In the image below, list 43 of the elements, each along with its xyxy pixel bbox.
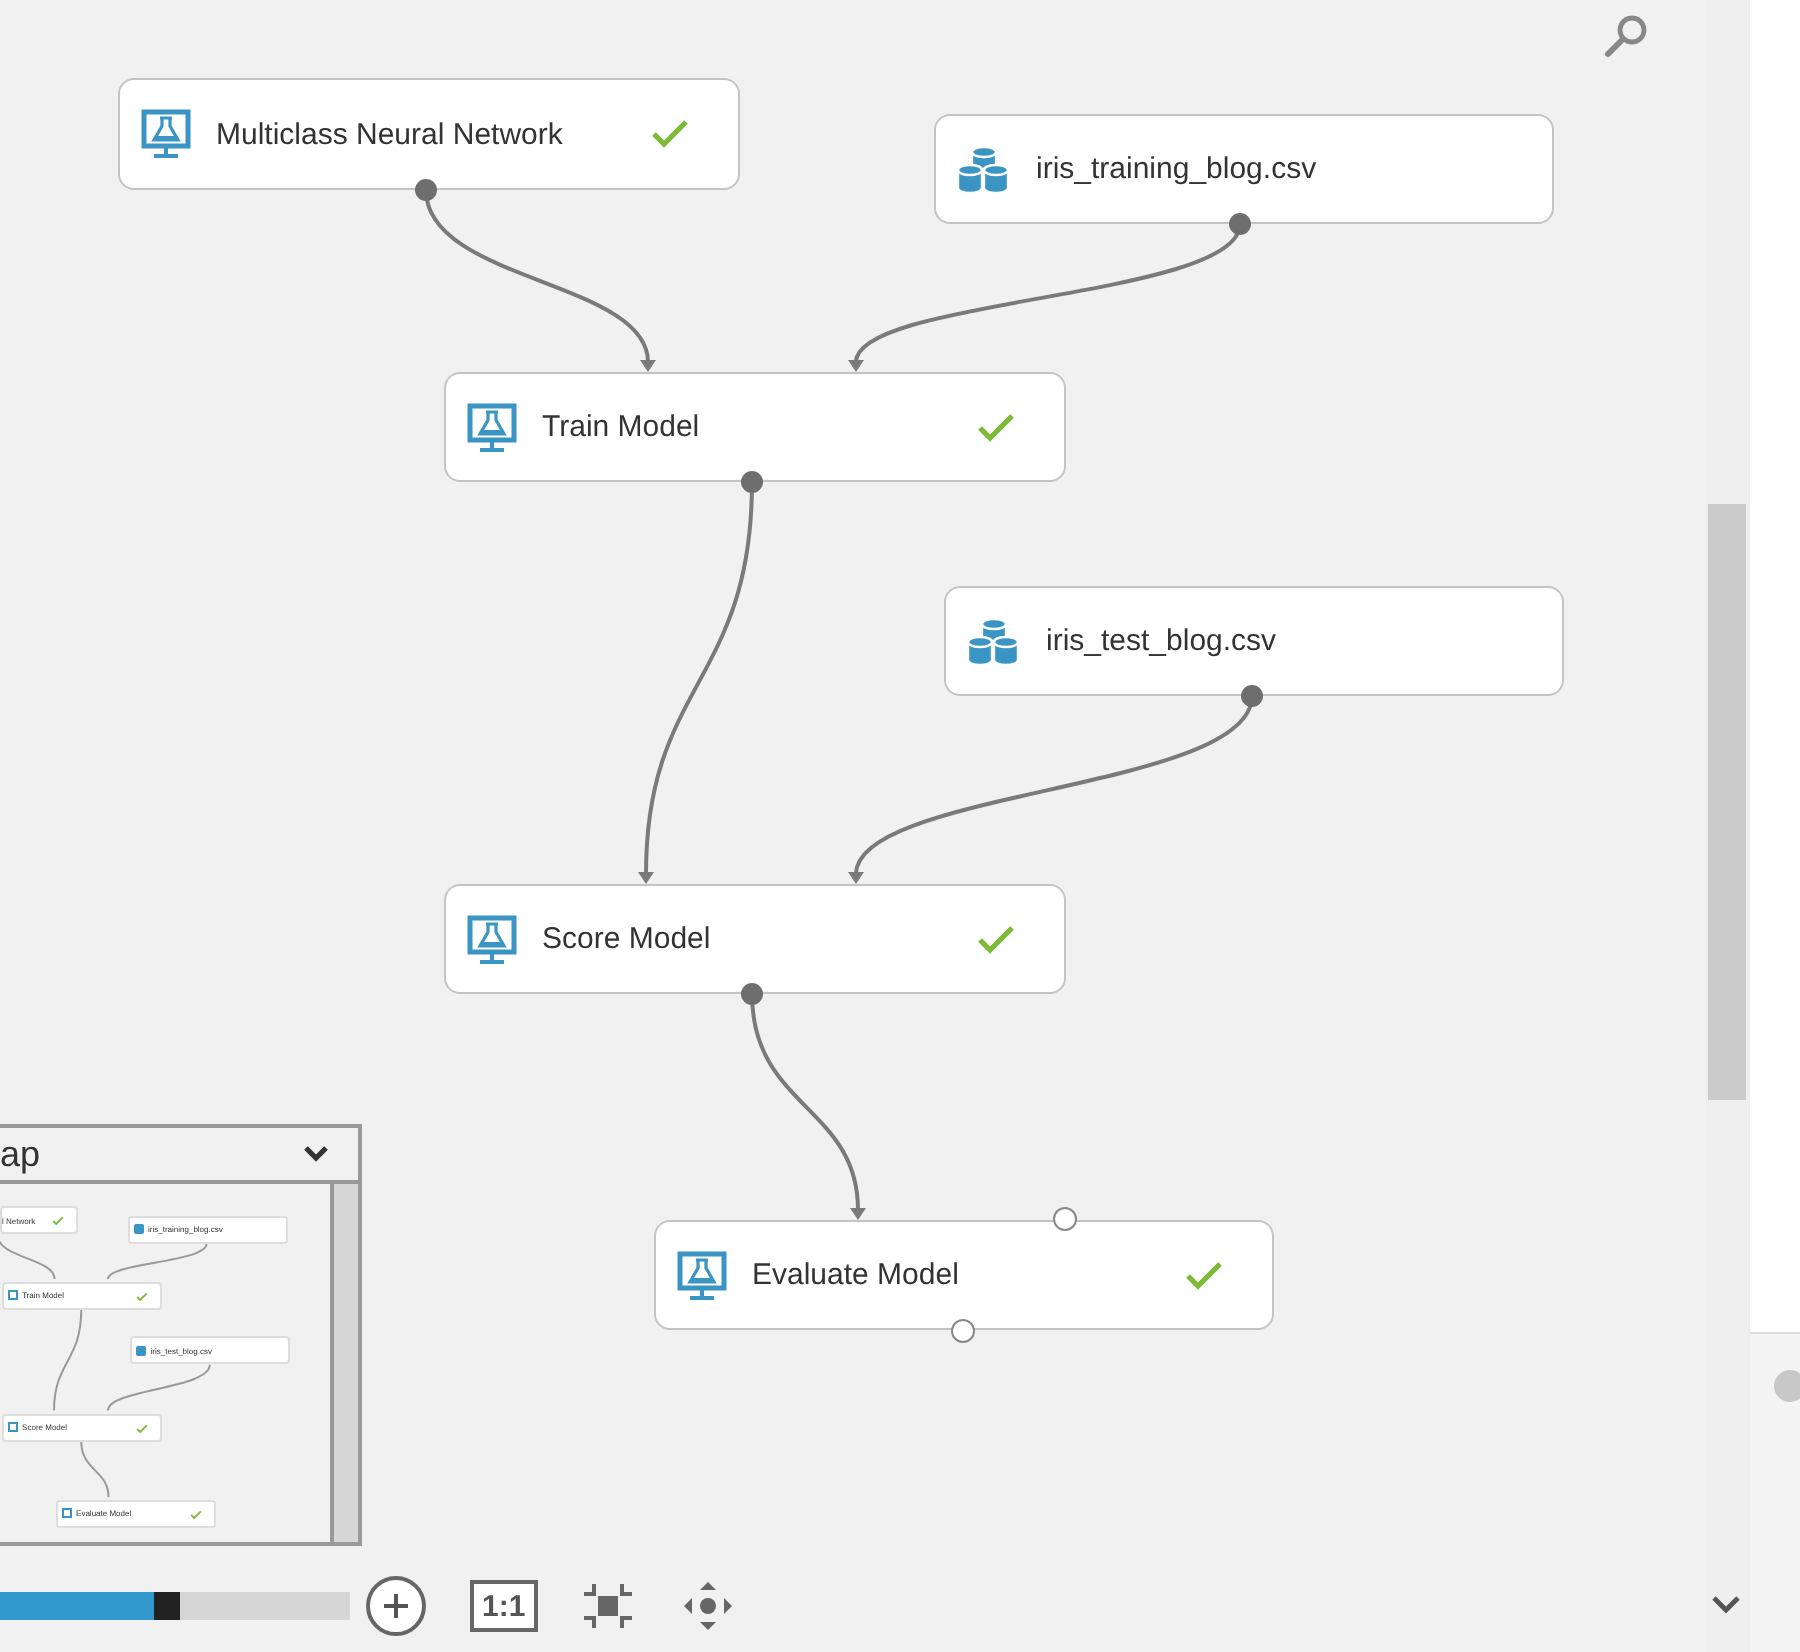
zoom-slider[interactable]	[0, 1592, 350, 1620]
dataset-icon	[136, 1345, 147, 1356]
dataset-node[interactable]: iris_training_blog.csv	[934, 114, 1554, 224]
connector-line	[53, 1308, 83, 1412]
chevron-down-icon[interactable]	[1710, 1594, 1742, 1614]
node-label: iris_training_blog.csv	[1036, 152, 1319, 186]
input-port[interactable]	[1052, 1206, 1078, 1232]
minimap-title: ap	[0, 1133, 41, 1175]
search-icon[interactable]	[1602, 12, 1650, 60]
monitor-flask-icon	[140, 108, 192, 160]
scrollbar[interactable]	[330, 1184, 358, 1542]
slider-thumb[interactable]	[153, 1592, 180, 1620]
connector-line	[107, 1363, 211, 1412]
output-port[interactable]	[740, 470, 764, 494]
zoom-in-button[interactable]	[366, 1576, 426, 1636]
node-label: iris_test_blog.csv	[1046, 624, 1279, 658]
module-node[interactable]: Evaluate Model	[654, 1220, 1274, 1330]
connector-line	[107, 1242, 208, 1281]
module-node[interactable]: Score Model	[444, 884, 1066, 994]
module-node[interactable]: Multiclass Neural Network	[118, 78, 740, 190]
node-label: Train Model	[542, 410, 702, 444]
output-port[interactable]	[740, 982, 764, 1006]
monitor-flask-icon	[466, 913, 518, 965]
monitor-flask-icon	[466, 401, 518, 453]
monitor-flask-icon	[676, 1249, 728, 1301]
dataset-icon	[134, 1224, 145, 1235]
node-label: Evaluate Model	[752, 1258, 961, 1292]
output-port[interactable]	[1240, 684, 1264, 708]
module-icon	[62, 1508, 73, 1519]
node-label: Multiclass Neural Network	[216, 117, 565, 151]
module-node[interactable]: Train Model	[444, 372, 1066, 482]
actual-size-button[interactable]: 1:1	[470, 1580, 538, 1632]
module-icon	[8, 1422, 19, 1433]
plus-icon	[382, 1592, 410, 1620]
chevron-down-icon[interactable]	[302, 1144, 330, 1164]
output-port[interactable]	[414, 178, 438, 202]
node-label: Score Model	[542, 922, 713, 956]
output-port[interactable]	[1228, 212, 1252, 236]
output-port[interactable]	[950, 1318, 976, 1344]
scrollbar-thumb[interactable]	[1708, 504, 1746, 1100]
dataset-node[interactable]: iris_test_blog.csv	[944, 586, 1564, 696]
connector-line	[80, 1440, 110, 1498]
module-icon	[8, 1290, 19, 1301]
